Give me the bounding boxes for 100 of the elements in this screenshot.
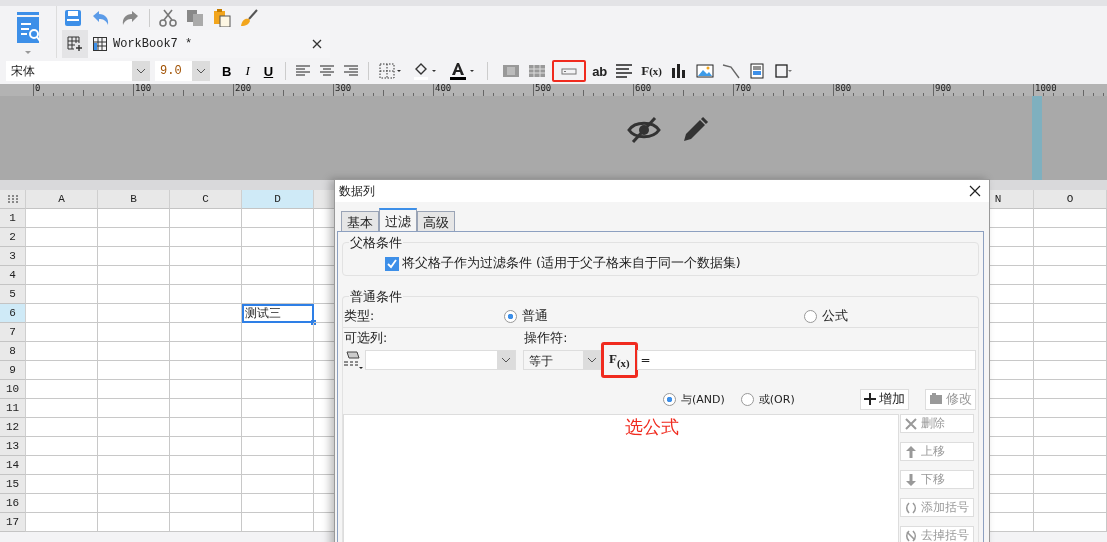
table-cell[interactable]: [98, 285, 170, 304]
table-cell[interactable]: [26, 228, 98, 247]
table-cell[interactable]: [1034, 247, 1107, 266]
paste-icon[interactable]: [213, 9, 231, 27]
table-cell[interactable]: [98, 380, 170, 399]
table-cell[interactable]: [26, 247, 98, 266]
caret-icon[interactable]: [196, 68, 206, 74]
table-cell[interactable]: [242, 228, 314, 247]
table-cell[interactable]: [98, 418, 170, 437]
type-radio[interactable]: 普通: [504, 307, 804, 325]
table-cell[interactable]: [170, 266, 242, 285]
column-header[interactable]: B: [98, 190, 170, 209]
table-cell[interactable]: [1034, 304, 1107, 323]
checkmark-icon[interactable]: [386, 257, 398, 270]
table-cell[interactable]: [242, 266, 314, 285]
table-cell[interactable]: [26, 494, 98, 513]
save-icon[interactable]: [64, 9, 82, 27]
table-cell[interactable]: [98, 304, 170, 323]
table-cell[interactable]: [26, 266, 98, 285]
dialog-tab[interactable]: 基本: [341, 211, 379, 231]
align-icon[interactable]: [296, 65, 311, 77]
row-header[interactable]: 2: [0, 228, 26, 247]
table-cell[interactable]: [1034, 513, 1107, 532]
row-header[interactable]: 4: [0, 266, 26, 285]
table-cell[interactable]: [242, 456, 314, 475]
table-cell[interactable]: [26, 380, 98, 399]
column-header[interactable]: O: [1034, 190, 1107, 209]
logic-radio[interactable]: 与(AND): [663, 391, 725, 407]
row-header[interactable]: 9: [0, 361, 26, 380]
table-cell[interactable]: [1034, 209, 1107, 228]
active-cell[interactable]: 测试三: [242, 304, 314, 323]
table-cell[interactable]: [242, 247, 314, 266]
table-cell[interactable]: [26, 304, 98, 323]
table-cell[interactable]: [26, 418, 98, 437]
row-header[interactable]: 5: [0, 285, 26, 304]
table-cell[interactable]: [98, 209, 170, 228]
grid-dots-icon[interactable]: [7, 195, 18, 203]
table-cell[interactable]: [26, 399, 98, 418]
logic-radio[interactable]: 或(OR): [740, 391, 795, 407]
value-field[interactable]: =: [636, 350, 976, 370]
table-cell[interactable]: [1034, 437, 1107, 456]
row-header[interactable]: 17: [0, 513, 26, 532]
table-cell[interactable]: [26, 342, 98, 361]
table-cell[interactable]: [170, 342, 242, 361]
add-button[interactable]: 增加: [860, 388, 909, 410]
new-sheet-icon[interactable]: [67, 36, 83, 52]
table-cell[interactable]: [242, 513, 314, 532]
table-cell[interactable]: [170, 247, 242, 266]
text-style-button[interactable]: I: [243, 63, 252, 79]
table-cell[interactable]: [98, 361, 170, 380]
table-cell[interactable]: [1034, 494, 1107, 513]
close-icon[interactable]: [969, 185, 981, 197]
brush-icon[interactable]: [240, 9, 258, 27]
field-type-icon[interactable]: [343, 350, 363, 370]
undo-icon[interactable]: [91, 9, 111, 27]
table-cell[interactable]: [26, 475, 98, 494]
table-cell[interactable]: [170, 228, 242, 247]
table-cell[interactable]: [98, 228, 170, 247]
table-cell[interactable]: [170, 323, 242, 342]
table-cell[interactable]: [98, 323, 170, 342]
widget-tool-button[interactable]: [552, 60, 587, 82]
table-cell[interactable]: [170, 399, 242, 418]
row-header[interactable]: 11: [0, 399, 26, 418]
table-cell[interactable]: [242, 475, 314, 494]
table-cell[interactable]: [170, 513, 242, 532]
table-cell[interactable]: [26, 285, 98, 304]
row-header[interactable]: 1: [0, 209, 26, 228]
table-cell[interactable]: [98, 513, 170, 532]
column-header[interactable]: A: [26, 190, 98, 209]
operator-select[interactable]: 等于: [523, 350, 602, 370]
border-icon[interactable]: [379, 63, 404, 79]
plus-icon[interactable]: [864, 393, 876, 405]
table-cell[interactable]: [26, 323, 98, 342]
row-header[interactable]: 7: [0, 323, 26, 342]
align-icon[interactable]: [320, 65, 335, 77]
row-header[interactable]: 3: [0, 247, 26, 266]
table-cell[interactable]: [98, 266, 170, 285]
table-cell[interactable]: [1034, 418, 1107, 437]
column-header[interactable]: D: [242, 190, 314, 209]
table-cell[interactable]: [1034, 456, 1107, 475]
table-cell[interactable]: [242, 285, 314, 304]
table-cell[interactable]: [242, 342, 314, 361]
table-cell[interactable]: [242, 209, 314, 228]
column-header[interactable]: C: [170, 190, 242, 209]
table-cell[interactable]: [1034, 266, 1107, 285]
table-cell[interactable]: [26, 361, 98, 380]
parent-filter-checkbox[interactable]: 将父格子作为过滤条件 (适用于父子格来自于同一个数据集): [347, 255, 974, 272]
row-header[interactable]: 14: [0, 456, 26, 475]
text-tool-button[interactable]: ab: [590, 60, 610, 82]
table-cell[interactable]: [170, 475, 242, 494]
row-header[interactable]: 8: [0, 342, 26, 361]
table-cell[interactable]: [170, 456, 242, 475]
table-cell[interactable]: [170, 285, 242, 304]
redo-icon[interactable]: [120, 9, 140, 27]
table-cell[interactable]: [242, 418, 314, 437]
close-icon[interactable]: [312, 39, 322, 49]
table-cell[interactable]: [170, 380, 242, 399]
font-size-select[interactable]: 9.0: [155, 61, 210, 81]
table-cell[interactable]: [1034, 228, 1107, 247]
table-cell[interactable]: [242, 399, 314, 418]
